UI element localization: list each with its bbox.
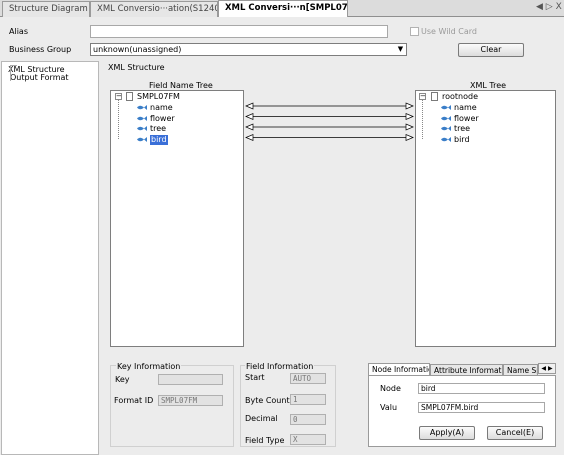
key-label: Key <box>115 375 130 384</box>
mapping-line-tree <box>245 123 414 131</box>
tab-node-information[interactable]: Node Information <box>368 363 430 375</box>
value-input[interactable]: SMPL07FM.bird <box>418 402 545 413</box>
tab-label: Name Spa <box>507 366 537 375</box>
decimal-label: Decimal <box>245 414 278 423</box>
format-id-field: SMPL07FM <box>158 395 223 406</box>
node-input[interactable]: bird <box>418 383 545 394</box>
field-type-field: X <box>290 434 326 445</box>
value-label: Valu <box>380 403 398 412</box>
tab-scroll-arrows-icon[interactable]: ◀ ▶ <box>538 363 556 374</box>
byte-count-field: 1 <box>290 394 326 405</box>
apply-button[interactable]: Apply(A) <box>419 426 475 440</box>
field-type-label: Field Type <box>245 436 285 445</box>
node-label: Node <box>380 384 401 393</box>
tab-label: Node Information <box>372 365 429 374</box>
key-field <box>158 374 223 385</box>
start-field: AUTO <box>290 373 326 384</box>
cancel-button[interactable]: Cancel(E) <box>487 426 543 440</box>
mapping-line-flower <box>245 112 414 121</box>
byte-count-label: Byte Count <box>245 396 290 405</box>
decimal-field: 0 <box>290 414 326 425</box>
tab-label: Attribute Information <box>434 366 502 375</box>
key-information-title: Key Information <box>116 362 182 371</box>
format-id-label: Format ID <box>114 396 154 405</box>
field-information-title: Field Information <box>245 362 315 371</box>
mapping-line-name <box>245 102 414 110</box>
start-label: Start <box>245 373 265 382</box>
mapping-line-bird <box>245 133 414 142</box>
